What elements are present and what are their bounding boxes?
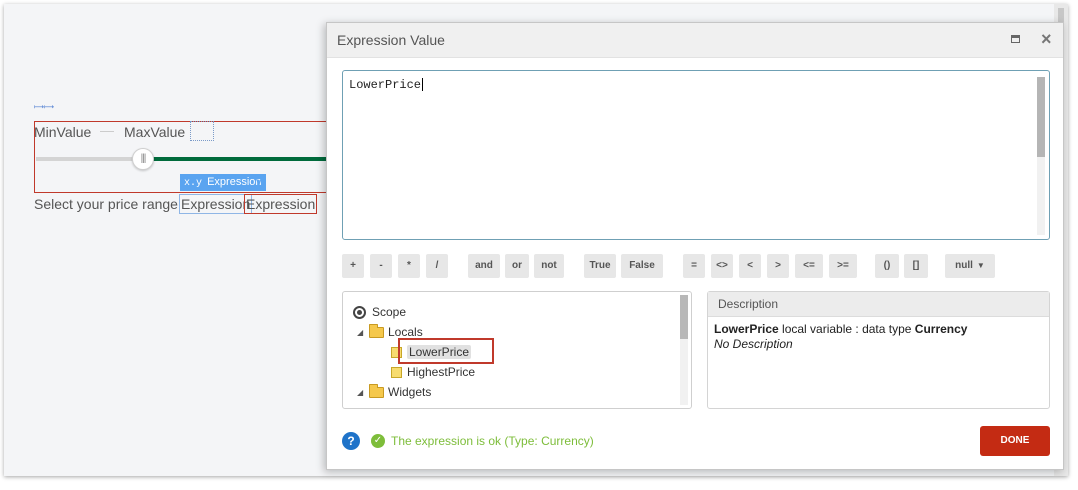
description-panel: Description LowerPrice local variable : … — [707, 291, 1050, 409]
text-caret — [422, 78, 424, 92]
operator-less-than-button[interactable]: < — [739, 254, 761, 278]
null-dropdown[interactable]: null ▼ — [945, 254, 995, 278]
description-title: Description — [718, 297, 779, 311]
help-icon[interactable]: ? — [342, 432, 360, 450]
chevron-down-icon: ▼ — [976, 261, 985, 270]
expression-dialog: Expression Value × LowerPrice + - * / an… — [326, 22, 1064, 470]
expression-widget-1[interactable]: Expression — [179, 194, 253, 214]
selection-highlight — [398, 338, 494, 364]
true-button[interactable]: True — [584, 254, 616, 278]
separator-line — [100, 131, 114, 132]
slider-range-fill[interactable] — [146, 157, 334, 161]
operator-minus-button[interactable]: - — [370, 254, 392, 278]
close-icon[interactable]: × — [1041, 30, 1052, 48]
tree-scroll-thumb[interactable] — [680, 295, 688, 339]
expand-triangle-icon[interactable]: ◢ — [357, 384, 369, 402]
operator-less-equal-button[interactable]: <= — [795, 254, 823, 278]
slider-handle[interactable]: ||| — [132, 148, 154, 170]
operator-multiply-button[interactable]: * — [398, 254, 420, 278]
variable-icon — [391, 367, 402, 379]
container-icon[interactable]: ⟼⟼ — [34, 104, 54, 112]
placeholder-box[interactable] — [190, 121, 214, 141]
min-value-label: MinValue — [34, 124, 92, 140]
operator-greater-equal-button[interactable]: >= — [829, 254, 857, 278]
expression-tag-tail: y — [256, 176, 262, 188]
validation-status: The expression is ok (Type: Currency) — [391, 434, 594, 448]
false-button[interactable]: False — [621, 254, 663, 278]
folder-icon — [369, 384, 384, 399]
editor-scroll-thumb[interactable] — [1037, 77, 1045, 157]
scope-icon — [353, 306, 366, 320]
operator-plus-button[interactable]: + — [342, 254, 364, 278]
operator-or-button[interactable]: or — [505, 254, 529, 278]
description-text: LowerPrice local variable : data type Cu… — [714, 322, 968, 336]
price-range-label: Select your price range — [34, 196, 178, 212]
expression-editor-text[interactable]: LowerPrice — [349, 78, 424, 92]
editor-scrollbar[interactable] — [1037, 77, 1045, 235]
dialog-header: Expression Value × — [327, 23, 1063, 58]
max-value-label: MaxValue — [124, 124, 186, 140]
done-button[interactable]: DONE — [980, 426, 1050, 456]
expression-widget-2[interactable]: Expression — [244, 194, 318, 214]
operator-divide-button[interactable]: / — [426, 254, 448, 278]
parentheses-button[interactable]: () — [875, 254, 899, 278]
operator-greater-than-button[interactable]: > — [767, 254, 789, 278]
scope-tree: Scope ◢ Locals LowerPrice HighestPrice ◢ W… — [342, 291, 692, 409]
operator-not-button[interactable]: not — [534, 254, 564, 278]
maximize-icon[interactable] — [1011, 35, 1020, 43]
check-icon: ✓ — [371, 434, 385, 448]
expression-tag-label: Expression — [207, 176, 262, 188]
operator-not-equal-button[interactable]: <> — [711, 254, 733, 278]
operator-and-button[interactable]: and — [468, 254, 500, 278]
expression-icon: x.y — [184, 178, 203, 189]
expression-tag[interactable]: x.y Expression — [180, 174, 266, 191]
tree-item-scope[interactable]: Scope — [353, 303, 406, 321]
slider-track[interactable] — [36, 157, 146, 161]
description-header: Description — [708, 292, 1049, 317]
description-note: No Description — [714, 337, 793, 351]
brackets-button[interactable]: [] — [904, 254, 928, 278]
folder-icon — [369, 324, 384, 339]
tree-item-highestprice[interactable]: HighestPrice — [391, 363, 475, 381]
expand-triangle-icon[interactable]: ◢ — [357, 324, 369, 342]
operator-equals-button[interactable]: = — [683, 254, 705, 278]
tree-item-widgets[interactable]: ◢ Widgets — [357, 383, 431, 401]
tree-scrollbar[interactable] — [680, 295, 688, 405]
dialog-title: Expression Value — [337, 32, 445, 48]
expression-editor[interactable]: LowerPrice — [342, 70, 1050, 240]
